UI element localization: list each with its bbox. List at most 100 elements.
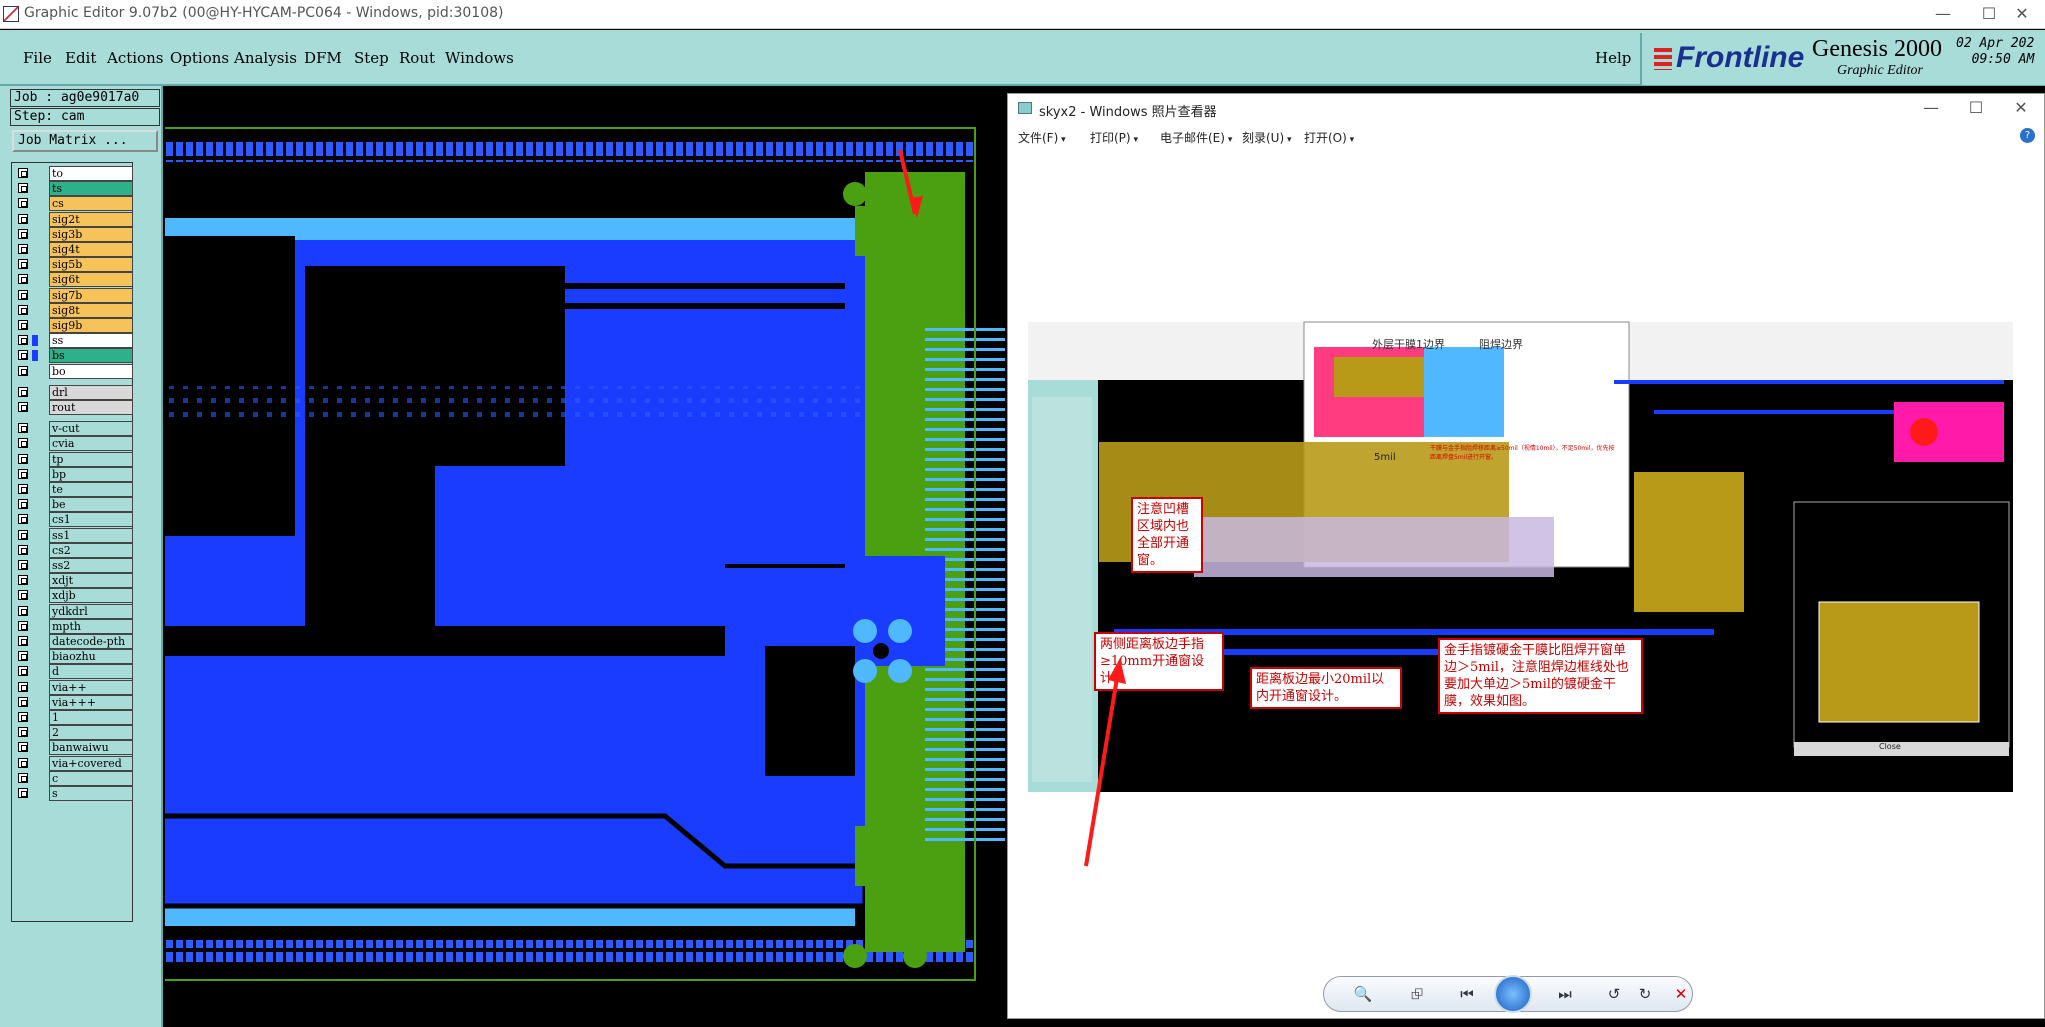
layer-row[interactable]: biaozhu <box>12 649 134 665</box>
layer-row[interactable]: rout <box>12 400 134 415</box>
layer-name[interactable]: d <box>49 664 133 680</box>
menu-windows[interactable]: Windows <box>445 49 514 67</box>
layer-row[interactable]: d <box>12 664 134 680</box>
layer-row[interactable]: sig6t <box>12 272 134 288</box>
layer-name[interactable]: v-cut <box>49 421 133 437</box>
layer-checkbox[interactable] <box>18 259 28 270</box>
layer-name[interactable]: sig3b <box>49 226 133 242</box>
layer-name[interactable]: datecode-pth <box>49 634 133 649</box>
layer-row[interactable]: sig7b <box>12 287 134 303</box>
layer-name[interactable]: xdjb <box>49 588 133 604</box>
layer-row[interactable]: via++ <box>12 679 134 695</box>
layer-name[interactable]: cs2 <box>49 542 133 558</box>
viewer-menu-file[interactable]: 文件(F) <box>1018 129 1066 146</box>
layer-row[interactable]: bp <box>12 466 134 482</box>
layer-row[interactable]: cs2 <box>12 542 134 558</box>
layer-row[interactable]: be <box>12 497 134 513</box>
menu-actions[interactable]: Actions <box>107 49 163 67</box>
layer-name[interactable]: sig5b <box>49 257 133 273</box>
layer-row[interactable]: s <box>12 786 134 801</box>
layer-checkbox[interactable] <box>18 712 28 722</box>
layer-name[interactable]: te <box>49 482 133 497</box>
layer-checkbox[interactable] <box>18 453 28 464</box>
layer-name[interactable]: rout <box>49 400 133 415</box>
layer-row[interactable]: to <box>12 166 134 181</box>
viewer-close-button[interactable]: ✕ <box>1998 94 2044 123</box>
rotate-left-icon[interactable]: ↺ <box>1599 982 1629 1006</box>
layer-name[interactable]: sig2t <box>49 211 133 227</box>
layer-row[interactable]: sig2t <box>12 211 134 227</box>
layer-checkbox[interactable] <box>18 499 28 510</box>
layer-name[interactable]: biaozhu <box>49 649 133 665</box>
layer-checkbox[interactable] <box>18 514 28 525</box>
minimize-button[interactable]: — <box>1920 0 1966 29</box>
close-button[interactable]: ✕ <box>1999 0 2045 29</box>
layer-checkbox[interactable] <box>18 605 28 616</box>
menu-options[interactable]: Options <box>170 49 229 67</box>
layer-name[interactable]: sig8t <box>49 302 133 318</box>
layer-name[interactable]: ydkdrl <box>49 603 133 619</box>
layer-checkbox[interactable] <box>18 213 28 224</box>
menu-dfm[interactable]: DFM <box>304 49 342 67</box>
layer-name[interactable]: to <box>49 166 133 181</box>
next-icon[interactable]: ⏭ <box>1550 982 1580 1006</box>
layer-checkbox[interactable] <box>18 274 28 285</box>
layer-checkbox[interactable] <box>18 350 28 361</box>
layer-name[interactable]: ss2 <box>49 558 133 573</box>
layer-name[interactable]: c <box>49 770 133 786</box>
layer-checkbox[interactable] <box>18 335 28 346</box>
layer-name[interactable]: via++ <box>49 679 133 695</box>
layer-checkbox[interactable] <box>18 365 28 376</box>
layer-row[interactable]: sig3b <box>12 226 134 242</box>
layer-name[interactable]: bs <box>49 348 133 364</box>
menu-step[interactable]: Step <box>354 49 389 67</box>
viewer-menu-email[interactable]: 电子邮件(E) <box>1160 129 1232 146</box>
layer-row[interactable]: v-cut <box>12 421 134 437</box>
layer-row[interactable]: tp <box>12 451 134 467</box>
layer-name[interactable]: be <box>49 497 133 513</box>
layer-name[interactable]: ts <box>49 181 133 197</box>
layer-row[interactable]: 1 <box>12 710 134 725</box>
layer-checkbox[interactable] <box>18 320 28 330</box>
zoom-icon[interactable]: 🔍 <box>1348 982 1378 1006</box>
graphic-canvas[interactable] <box>165 86 1008 1027</box>
menu-edit[interactable]: Edit <box>65 49 96 67</box>
layer-checkbox[interactable] <box>18 468 28 479</box>
layer-checkbox[interactable] <box>18 681 28 692</box>
layer-checkbox[interactable] <box>18 244 28 254</box>
layer-checkbox[interactable] <box>18 788 28 798</box>
layer-name[interactable]: cvia <box>49 436 133 452</box>
layer-name[interactable]: s <box>49 786 133 801</box>
layer-checkbox[interactable] <box>18 742 28 753</box>
layer-row[interactable]: ts <box>12 181 134 197</box>
fit-window-icon[interactable]: ⮺ <box>1402 982 1432 1006</box>
layer-checkbox[interactable] <box>18 651 28 662</box>
layer-checkbox[interactable] <box>18 620 28 631</box>
viewer-menu-open[interactable]: 打开(O) <box>1304 129 1354 146</box>
layer-checkbox[interactable] <box>18 289 28 300</box>
layer-row[interactable]: via+++ <box>12 694 134 710</box>
layer-row[interactable]: bs <box>12 348 134 364</box>
layer-row[interactable]: datecode-pth <box>12 634 134 649</box>
viewer-help-icon[interactable]: ? <box>2020 128 2035 143</box>
layer-name[interactable]: 2 <box>49 725 133 741</box>
layer-name[interactable]: 1 <box>49 710 133 725</box>
layer-row[interactable]: drl <box>12 384 134 400</box>
layer-name[interactable]: via+covered <box>49 755 133 771</box>
layer-checkbox[interactable] <box>18 386 28 397</box>
layer-checkbox[interactable] <box>18 666 28 677</box>
slideshow-button[interactable] <box>1494 975 1532 1013</box>
layer-row[interactable]: cvia <box>12 436 134 452</box>
layer-name[interactable]: ss1 <box>49 527 133 543</box>
layer-checkbox[interactable] <box>18 304 28 315</box>
layer-row[interactable]: mpth <box>12 618 134 634</box>
layer-name[interactable]: tp <box>49 451 133 467</box>
layer-checkbox[interactable] <box>18 228 28 239</box>
menu-help[interactable]: Help <box>1595 49 1631 67</box>
rotate-right-icon[interactable]: ↻ <box>1630 982 1660 1006</box>
previous-icon[interactable]: ⏮ <box>1452 982 1482 1006</box>
layer-name[interactable]: bo <box>49 363 133 379</box>
layer-row[interactable]: sig8t <box>12 302 134 318</box>
viewer-menu-print[interactable]: 打印(P) <box>1090 129 1138 146</box>
layer-name[interactable]: mpth <box>49 618 133 634</box>
